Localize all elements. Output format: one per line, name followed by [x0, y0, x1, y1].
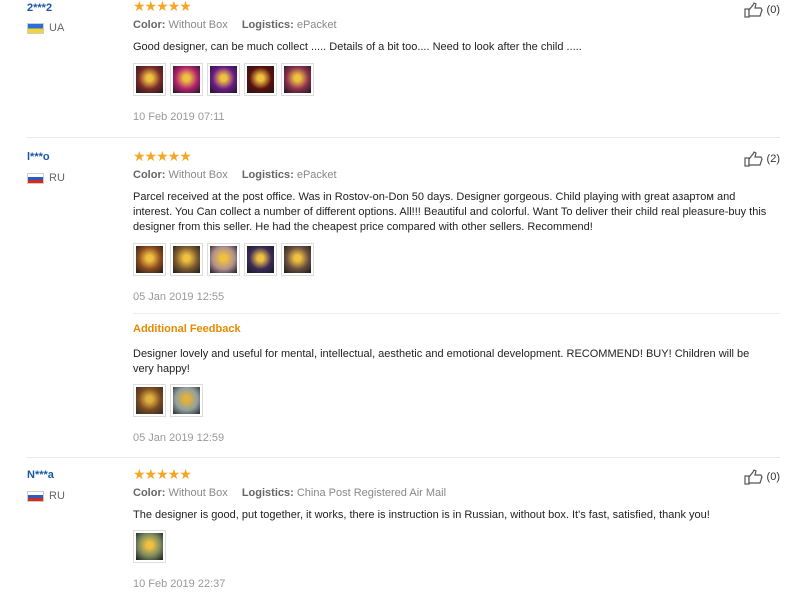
photo-strip	[133, 530, 166, 563]
color-label: Color:	[133, 169, 166, 181]
additional-feedback-date: 05 Jan 2019 12:59	[133, 432, 225, 444]
additional-feedback-title: Additional Feedback	[133, 323, 241, 335]
helpful-count: (0)	[766, 4, 780, 16]
logistics-label: Logistics:	[241, 19, 294, 31]
review-photo[interactable]	[133, 63, 166, 96]
review-date: 10 Feb 2019 07:11	[133, 111, 225, 123]
logistics-value: ePacket	[296, 169, 337, 181]
review-photo[interactable]	[133, 243, 166, 276]
star-rating: ★★★★★	[133, 0, 192, 14]
review-separator	[27, 457, 780, 458]
star-rating: ★★★★★	[133, 466, 192, 482]
color-label: Color:	[133, 19, 166, 31]
color-value: Without Box	[168, 169, 228, 181]
country-code: RU	[49, 490, 65, 502]
color-value: Without Box	[168, 19, 228, 31]
additional-divider	[133, 313, 780, 314]
review-meta: Color: Without Box Logistics: ePacket	[133, 19, 337, 31]
review-meta: Color: Without Box Logistics: China Post…	[133, 487, 446, 499]
review-text: Parcel received at the post office. Was …	[133, 191, 767, 233]
review-text: Good designer, can be much collect .....…	[133, 41, 582, 53]
review-text: The designer is good, put together, it w…	[133, 509, 710, 521]
helpful-count: (0)	[766, 471, 780, 483]
review-separator	[27, 137, 780, 138]
thumbs-up-icon	[743, 151, 763, 167]
review-photo[interactable]	[170, 243, 203, 276]
country-code: RU	[49, 172, 65, 184]
country-code: UA	[49, 22, 65, 34]
reviewer-country: RU	[27, 490, 65, 502]
review-photo[interactable]	[170, 384, 203, 417]
review-date: 05 Jan 2019 12:55	[133, 291, 225, 303]
helpful-count: (2)	[766, 153, 780, 165]
helpful-button[interactable]: (2)	[743, 151, 780, 167]
star-rating: ★★★★★	[133, 148, 192, 164]
review-photo[interactable]	[281, 243, 314, 276]
review-date: 10 Feb 2019 22:37	[133, 578, 226, 590]
photo-strip	[133, 243, 314, 276]
photo-strip	[133, 63, 314, 96]
reviewer-country: UA	[27, 22, 64, 34]
review-photo[interactable]	[207, 63, 240, 96]
review-photo[interactable]	[133, 530, 166, 563]
review-photo[interactable]	[170, 63, 203, 96]
reviewer-country: RU	[27, 172, 65, 184]
review-photo[interactable]	[207, 243, 240, 276]
reviewer-name[interactable]: l***o	[27, 151, 50, 163]
russia-flag-icon	[27, 172, 44, 184]
russia-flag-icon	[27, 490, 44, 502]
review-photo[interactable]	[244, 243, 277, 276]
review-photo[interactable]	[133, 384, 166, 417]
reviewer-name[interactable]: 2***2	[27, 2, 52, 14]
helpful-button[interactable]: (0)	[743, 2, 780, 18]
thumbs-up-icon	[743, 2, 763, 18]
logistics-label: Logistics:	[241, 487, 294, 499]
logistics-value: ePacket	[296, 19, 337, 31]
review-meta: Color: Without Box Logistics: ePacket	[133, 169, 337, 181]
ukraine-flag-icon	[27, 22, 44, 34]
review-photo[interactable]	[281, 63, 314, 96]
review-photo[interactable]	[244, 63, 277, 96]
logistics-label: Logistics:	[241, 169, 294, 181]
thumbs-up-icon	[743, 469, 763, 485]
color-value: Without Box	[168, 487, 228, 499]
additional-photo-strip	[133, 384, 203, 417]
additional-feedback-text: Designer lovely and useful for mental, i…	[133, 348, 750, 375]
reviewer-name[interactable]: N***a	[27, 469, 54, 481]
logistics-value: China Post Registered Air Mail	[296, 487, 447, 499]
color-label: Color:	[133, 487, 166, 499]
helpful-button[interactable]: (0)	[743, 469, 780, 485]
